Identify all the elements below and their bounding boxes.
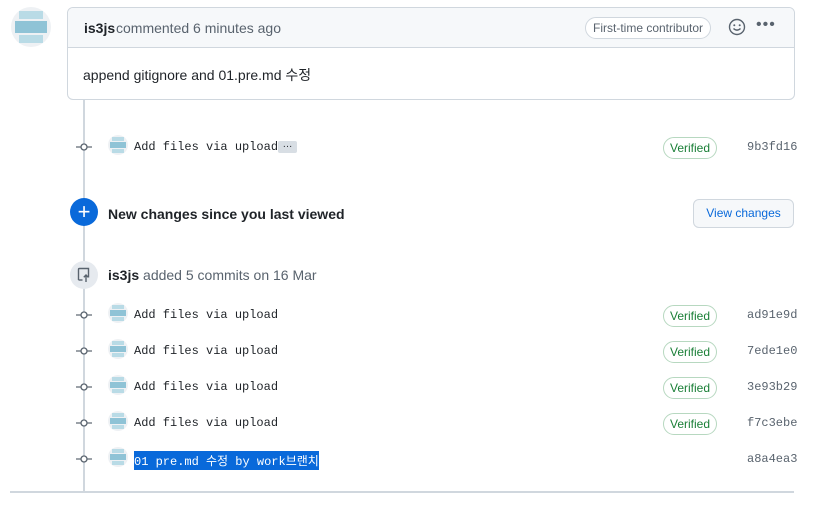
new-changes-label: New changes since you last viewed <box>108 206 345 222</box>
verified-badge[interactable]: Verified <box>663 377 718 399</box>
commit-message[interactable]: Add files via upload <box>134 380 278 394</box>
comment-header: is3js commented 6 minutes ago First-time… <box>68 8 794 48</box>
commit-sha[interactable]: a8a4ea3 <box>747 452 797 466</box>
verified-badge[interactable]: Verified <box>663 305 718 327</box>
smiley-icon[interactable] <box>728 18 746 36</box>
verified-badge[interactable]: Verified <box>663 413 718 435</box>
commit-row: 01 pre.md 수정 by work브랜치 a8a4ea3 <box>0 447 825 471</box>
commit-message[interactable]: Add files via upload <box>134 344 278 358</box>
commit-sha[interactable]: f7c3ebe <box>747 416 797 430</box>
commit-avatar[interactable] <box>108 303 128 323</box>
push-author[interactable]: is3js <box>108 267 139 283</box>
view-changes-button[interactable]: View changes <box>693 199 794 228</box>
comment-author[interactable]: is3js <box>84 20 115 36</box>
commit-node-icon <box>76 383 92 391</box>
commit-message[interactable]: Add files via upload <box>134 308 278 322</box>
bottom-divider <box>10 491 794 493</box>
commit-sha[interactable]: 9b3fd16 <box>747 140 797 154</box>
commit-node-icon <box>76 143 92 151</box>
commit-message-selected[interactable]: 01 pre.md 수정 by work브랜치 <box>134 451 319 470</box>
commit-avatar[interactable] <box>108 411 128 431</box>
commit-row: Add files via upload Verified 7ede1e0 <box>0 339 825 363</box>
commit-sha[interactable]: ad91e9d <box>747 308 797 322</box>
verified-badge[interactable]: Verified <box>663 341 718 363</box>
expand-commit-button[interactable]: … <box>278 140 297 153</box>
commit-sha[interactable]: 3e93b29 <box>747 380 797 394</box>
commit-row: Add files via upload Verified ad91e9d <box>0 303 825 327</box>
avatar[interactable] <box>11 7 51 47</box>
commit-avatar[interactable] <box>108 447 128 467</box>
first-time-contributor-badge: First-time contributor <box>585 17 712 39</box>
repo-push-icon <box>70 261 98 289</box>
plus-icon: + <box>70 198 98 226</box>
push-event-text: is3js added 5 commits on 16 Mar <box>108 267 317 283</box>
comment-action[interactable]: commented 6 minutes ago <box>116 20 281 36</box>
commit-avatar[interactable] <box>108 339 128 359</box>
push-action: added 5 commits on 16 Mar <box>143 267 317 283</box>
commit-row: Add files via upload Verified 3e93b29 <box>0 375 825 399</box>
kebab-menu-icon[interactable]: ••• <box>756 16 776 34</box>
commit-avatar[interactable] <box>108 375 128 395</box>
commit-message[interactable]: Add files via upload <box>134 140 278 154</box>
commit-node-icon <box>76 347 92 355</box>
commit-node-icon <box>76 311 92 319</box>
commit-node-icon <box>76 455 92 463</box>
commit-row: Add files via upload Verified f7c3ebe <box>0 411 825 435</box>
commit-sha[interactable]: 7ede1e0 <box>747 344 797 358</box>
comment-box: is3js commented 6 minutes ago First-time… <box>67 7 795 100</box>
commit-node-icon <box>76 419 92 427</box>
comment-body: append gitignore and 01.pre.md 수정 <box>83 67 312 83</box>
commit-row: Add files via upload … Verified 9b3fd16 <box>0 135 825 159</box>
commit-avatar[interactable] <box>108 135 128 155</box>
commit-message[interactable]: Add files via upload <box>134 416 278 430</box>
verified-badge[interactable]: Verified <box>663 137 718 159</box>
